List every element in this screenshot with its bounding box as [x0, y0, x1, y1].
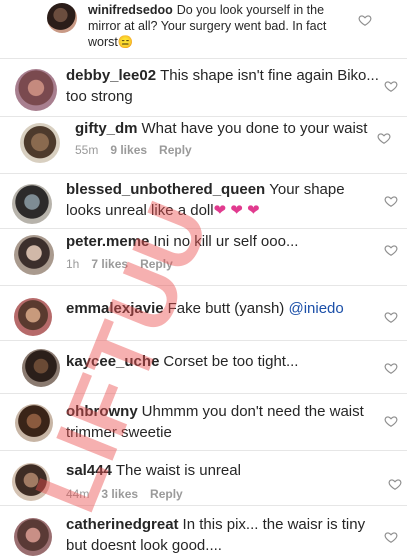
mention-link[interactable]: @iniedo	[288, 300, 343, 317]
comment-text: ohbrowny Uhmmm you don't need the waist t…	[66, 401, 376, 443]
like-heart-icon[interactable]	[377, 131, 391, 145]
comment-item: catherinedgreat In this pix... the waisr …	[0, 506, 407, 557]
comment-text: blessed_unbothered_queen Your shape looks…	[66, 179, 376, 221]
comment-item: blessed_unbothered_queen Your shape looks…	[0, 174, 407, 228]
avatar[interactable]	[47, 3, 77, 33]
reply-button[interactable]: Reply	[140, 257, 173, 271]
avatar[interactable]	[12, 463, 50, 501]
like-heart-icon[interactable]	[384, 414, 398, 428]
comment-text: debby_lee02 This shape isn't fine again B…	[66, 65, 386, 107]
like-heart-icon[interactable]	[384, 361, 398, 375]
like-heart-icon[interactable]	[384, 310, 398, 324]
comment-username[interactable]: sal444	[66, 462, 112, 479]
comment-text: emmalexjavie Fake butt (yansh) @iniedo	[66, 298, 376, 319]
like-heart-icon[interactable]	[384, 243, 398, 257]
comment-likes[interactable]: 3 likes	[101, 487, 138, 501]
comment-text: peter.meme Ini no kill ur self ooo...	[66, 231, 376, 252]
comment-item: gifty_dm What have you done to your waist…	[0, 117, 407, 173]
comment-body: What have you done to your waist	[141, 120, 368, 137]
comment-likes[interactable]: 9 likes	[110, 143, 147, 157]
comment-meta: 44m 3 likes Reply	[66, 487, 195, 501]
like-heart-icon[interactable]	[384, 530, 398, 544]
avatar[interactable]	[14, 518, 52, 556]
comment-time: 44m	[66, 487, 90, 501]
comment-username[interactable]: kaycee_uche	[66, 353, 159, 370]
comment-username[interactable]: catherinedgreat	[66, 516, 179, 533]
comment-item: peter.meme Ini no kill ur self ooo... 1h 7…	[0, 229, 407, 285]
comment-username[interactable]: blessed_unbothered_queen	[66, 181, 265, 198]
like-heart-icon[interactable]	[384, 194, 398, 208]
comment-username[interactable]: emmalexjavie	[66, 300, 164, 317]
avatar[interactable]	[14, 298, 52, 336]
comment-username[interactable]: ohbrowny	[66, 403, 138, 420]
comment-text: catherinedgreat In this pix... the waisr …	[66, 514, 376, 556]
avatar[interactable]	[12, 184, 52, 224]
reply-button[interactable]: Reply	[159, 143, 192, 157]
comment-body: Fake butt (yansh)	[167, 300, 285, 317]
avatar[interactable]	[15, 69, 57, 111]
comment-text: gifty_dm What have you done to your waist	[75, 118, 375, 139]
comment-item: kaycee_uche Corset be too tight...	[0, 341, 407, 393]
like-heart-icon[interactable]	[388, 477, 402, 491]
comment-body: Ini no kill ur self ooo...	[153, 233, 299, 250]
heart-emoji-icon: ❤ ❤ ❤	[213, 202, 260, 219]
comment-meta: 55m 9 likes Reply	[75, 143, 204, 157]
comment-time: 1h	[66, 257, 80, 271]
comment-item: debby_lee02 This shape isn't fine again B…	[0, 59, 407, 115]
comment-text: sal444 The waist is unreal	[66, 460, 376, 481]
avatar[interactable]	[22, 349, 60, 387]
reply-button[interactable]: Reply	[150, 487, 183, 501]
comment-username[interactable]: gifty_dm	[75, 120, 138, 137]
comment-username[interactable]: peter.meme	[66, 233, 149, 250]
comment-item: sal444 The waist is unreal 44m 3 likes Repl…	[0, 451, 407, 505]
avatar[interactable]	[15, 404, 53, 442]
avatar[interactable]	[20, 123, 60, 163]
comment-body: Corset be too tight...	[163, 353, 299, 370]
comment-item: ohbrowny Uhmmm you don't need the waist t…	[0, 394, 407, 450]
comment-likes[interactable]: 7 likes	[91, 257, 128, 271]
comment-username[interactable]: debby_lee02	[66, 67, 156, 84]
comment-username[interactable]: winifredsedoo	[88, 3, 173, 17]
comment-text: winifredsedoo Do you look yourself in the…	[88, 2, 358, 50]
like-heart-icon[interactable]	[384, 79, 398, 93]
like-heart-icon[interactable]	[358, 13, 372, 27]
comment-text: kaycee_uche Corset be too tight...	[66, 351, 376, 372]
avatar[interactable]	[14, 235, 54, 275]
comment-time: 55m	[75, 143, 99, 157]
comment-item: emmalexjavie Fake butt (yansh) @iniedo	[0, 286, 407, 340]
comment-meta: 1h 7 likes Reply	[66, 257, 185, 271]
comment-body: The waist is unreal	[115, 462, 241, 479]
comment-item: winifredsedoo Do you look yourself in the…	[0, 0, 407, 58]
